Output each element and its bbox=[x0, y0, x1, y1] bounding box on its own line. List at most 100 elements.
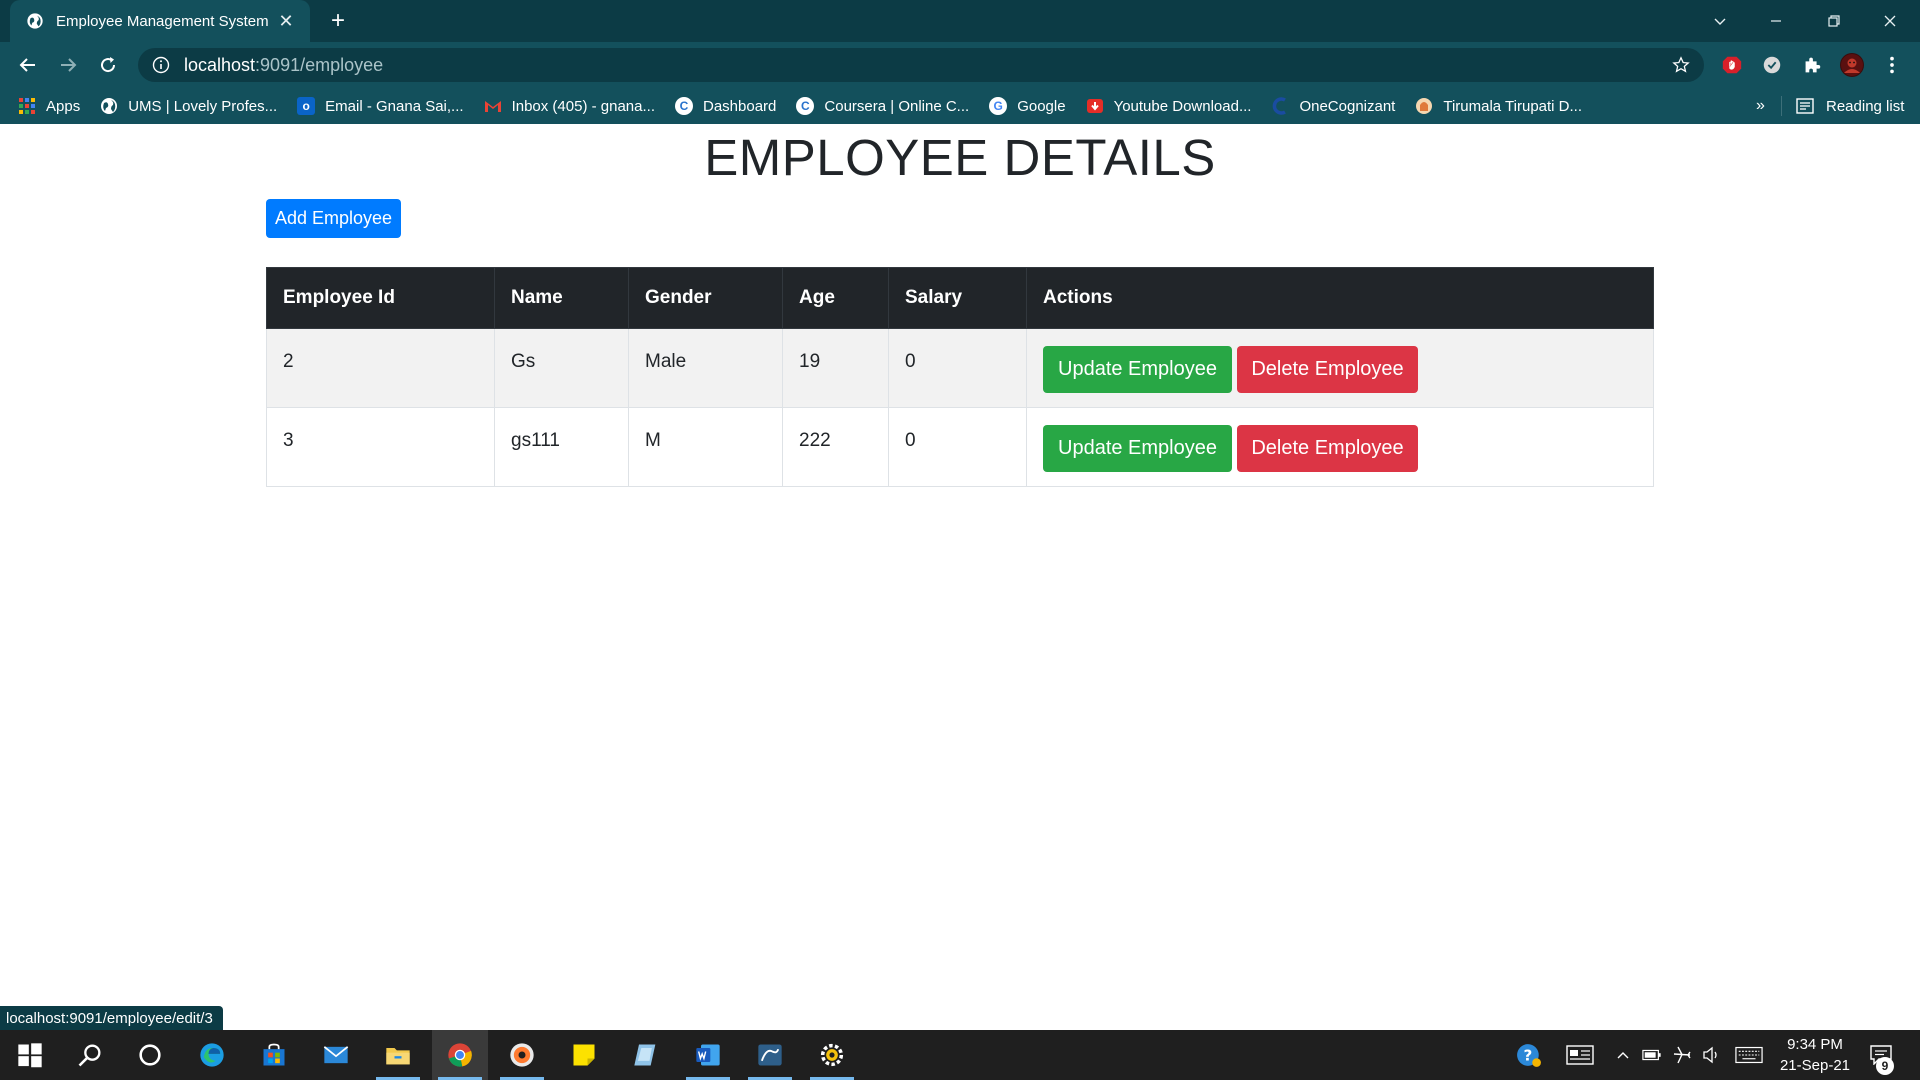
tab-title: Employee Management System bbox=[56, 12, 269, 30]
edge-browser-icon[interactable] bbox=[184, 1030, 240, 1080]
back-arrow-icon[interactable] bbox=[14, 51, 42, 79]
bookmark-label: Inbox (405) - gnana... bbox=[511, 97, 655, 115]
mail-icon[interactable] bbox=[308, 1030, 364, 1080]
info-icon[interactable] bbox=[152, 56, 170, 74]
grammar-extension-icon[interactable] bbox=[1760, 53, 1784, 77]
adblock-extension-icon[interactable] bbox=[1720, 53, 1744, 77]
close-tab-icon[interactable]: ✕ bbox=[276, 11, 296, 31]
close-window-icon[interactable] bbox=[1862, 0, 1918, 42]
chevron-up-icon[interactable] bbox=[1612, 1030, 1634, 1080]
tab-strip: Employee Management System ✕ + bbox=[0, 0, 1920, 42]
notification-count-badge: 9 bbox=[1876, 1057, 1894, 1075]
bookmarks-overflow-button[interactable]: » bbox=[1756, 88, 1765, 124]
airplane-mode-icon[interactable] bbox=[1670, 1030, 1694, 1080]
mysql-workbench-icon[interactable] bbox=[742, 1030, 798, 1080]
bookmark-coursera[interactable]: C Coursera | Online C... bbox=[796, 97, 969, 115]
new-tab-button[interactable]: + bbox=[325, 7, 351, 34]
search-icon[interactable] bbox=[62, 1030, 118, 1080]
column-header-gender: Gender bbox=[628, 267, 783, 329]
bookmark-label: OneCognizant bbox=[1299, 97, 1396, 115]
apps-grid-icon bbox=[19, 98, 35, 114]
bookmark-label: Coursera | Online C... bbox=[824, 97, 970, 115]
reading-list-label: Reading list bbox=[1826, 97, 1905, 115]
bookmark-dashboard[interactable]: C Dashboard bbox=[675, 97, 776, 115]
browser-toolbar: localhost:9091/employee bbox=[0, 42, 1920, 88]
bookmark-google[interactable]: G Google bbox=[989, 97, 1066, 115]
volume-icon[interactable] bbox=[1700, 1030, 1724, 1080]
employee-table: Employee Id Name Gender Age Salary Actio… bbox=[266, 267, 1654, 487]
edit-app-icon[interactable] bbox=[618, 1030, 674, 1080]
globe-icon bbox=[101, 98, 118, 114]
windows-start-icon[interactable] bbox=[2, 1030, 58, 1080]
bookmark-apps[interactable]: Apps bbox=[18, 97, 80, 115]
bookmark-star-icon[interactable] bbox=[1672, 56, 1690, 74]
tab-search-chevron-down-icon[interactable] bbox=[1692, 0, 1748, 42]
bookmark-onecognizant[interactable]: OneCognizant bbox=[1271, 97, 1395, 115]
address-bar[interactable]: localhost:9091/employee bbox=[138, 48, 1704, 82]
bookmark-label: UMS | Lovely Profes... bbox=[128, 97, 278, 115]
address-host: localhost bbox=[184, 54, 256, 75]
outlook-icon: o bbox=[297, 97, 316, 115]
battery-icon[interactable] bbox=[1640, 1030, 1664, 1080]
media-player-icon[interactable] bbox=[494, 1030, 550, 1080]
coursera-icon: C bbox=[675, 97, 693, 115]
word-icon[interactable] bbox=[680, 1030, 736, 1080]
google-icon: G bbox=[989, 97, 1008, 115]
restore-icon[interactable] bbox=[1806, 0, 1862, 42]
column-header-actions: Actions bbox=[1026, 267, 1654, 329]
delete-employee-button[interactable]: Delete Employee bbox=[1237, 346, 1418, 393]
cell-gender: M bbox=[628, 407, 783, 487]
table-row: 3 gs111 M 222 0 Update Employee Delete Em… bbox=[266, 407, 1654, 487]
bookmark-ums[interactable]: UMS | Lovely Profes... bbox=[100, 97, 277, 115]
cell-salary: 0 bbox=[888, 407, 1027, 487]
reading-list-button[interactable]: Reading list bbox=[1796, 88, 1904, 124]
bookmark-label: Email - Gnana Sai,... bbox=[325, 97, 464, 115]
youtube-download-icon bbox=[1086, 99, 1103, 113]
ttd-icon bbox=[1416, 98, 1433, 114]
system-clock[interactable]: 9:34 PM 21-Sep-21 bbox=[1772, 1034, 1858, 1076]
add-employee-button[interactable]: Add Employee bbox=[266, 199, 401, 238]
bookmark-tirumala[interactable]: Tirumala Tirupati D... bbox=[1415, 97, 1582, 115]
puzzle-extensions-icon[interactable] bbox=[1800, 53, 1824, 77]
minimize-icon[interactable] bbox=[1748, 0, 1804, 42]
link-status-bar: localhost:9091/employee/edit/3 bbox=[0, 1006, 223, 1030]
update-employee-button[interactable]: Update Employee bbox=[1043, 346, 1232, 393]
keyboard-layout-icon[interactable] bbox=[1560, 1030, 1600, 1080]
cell-salary: 0 bbox=[888, 328, 1027, 408]
delete-employee-button[interactable]: Delete Employee bbox=[1237, 425, 1418, 472]
chrome-icon[interactable] bbox=[432, 1030, 488, 1080]
bookmark-youtube-download[interactable]: Youtube Download... bbox=[1086, 97, 1252, 115]
bookmark-label: Youtube Download... bbox=[1113, 97, 1252, 115]
page-content: EMPLOYEE DETAILS Add Employee Employee I… bbox=[0, 124, 1920, 1030]
bookmarks-divider bbox=[1781, 96, 1782, 116]
help-icon[interactable]: ? bbox=[1512, 1030, 1546, 1080]
touch-keyboard-icon[interactable] bbox=[1732, 1030, 1766, 1080]
profile-avatar[interactable] bbox=[1840, 53, 1864, 77]
bookmark-label: Apps bbox=[46, 97, 81, 115]
forward-arrow-icon[interactable] bbox=[54, 51, 82, 79]
svg-text:?: ? bbox=[1524, 1046, 1533, 1064]
column-header-salary: Salary bbox=[888, 267, 1027, 329]
table-header-row: Employee Id Name Gender Age Salary Actio… bbox=[266, 267, 1654, 329]
browser-menu-kebab-icon[interactable] bbox=[1880, 53, 1904, 77]
browser-tab-active[interactable]: Employee Management System ✕ bbox=[10, 0, 310, 42]
reading-list-icon bbox=[1796, 98, 1814, 114]
sticky-notes-icon[interactable] bbox=[556, 1030, 612, 1080]
bookmarks-bar: Apps UMS | Lovely Profes... o Email - Gn… bbox=[0, 88, 1920, 124]
gmail-icon bbox=[484, 101, 501, 112]
column-header-age: Age bbox=[782, 267, 889, 329]
cortana-icon[interactable] bbox=[122, 1030, 178, 1080]
cognizant-icon bbox=[1273, 97, 1287, 115]
update-employee-button[interactable]: Update Employee bbox=[1043, 425, 1232, 472]
microsoft-store-icon[interactable] bbox=[246, 1030, 302, 1080]
windows-taskbar: ? 9:34 PM 21-Sep-21 9 bbox=[0, 1030, 1920, 1080]
bookmark-email[interactable]: o Email - Gnana Sai,... bbox=[297, 97, 464, 115]
cell-age: 222 bbox=[782, 407, 889, 487]
settings-gear-icon[interactable] bbox=[804, 1030, 860, 1080]
reload-icon[interactable] bbox=[94, 51, 122, 79]
bookmark-label: Google bbox=[1017, 97, 1066, 115]
coursera-icon: C bbox=[796, 97, 815, 115]
bookmark-inbox[interactable]: Inbox (405) - gnana... bbox=[484, 97, 655, 115]
file-explorer-icon[interactable] bbox=[370, 1030, 426, 1080]
page-title: EMPLOYEE DETAILS bbox=[704, 129, 1216, 186]
